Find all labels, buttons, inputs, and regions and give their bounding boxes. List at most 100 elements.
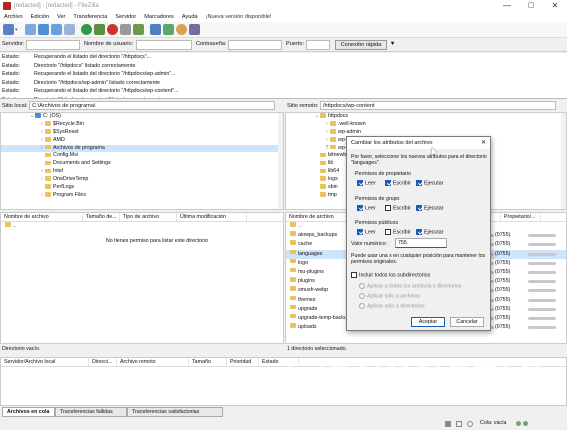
local-file-list: Nombre de archivo Tamaño de... Tipo de arc… <box>0 212 284 344</box>
minimize-button[interactable]: — <box>495 0 519 13</box>
site-manager-icon[interactable] <box>3 24 14 35</box>
permission-checkbox[interactable]: Escribir <box>385 205 411 211</box>
close-button[interactable]: ✕ <box>543 0 567 13</box>
toolbar: ▾ <box>0 22 567 38</box>
maximize-button[interactable]: ▢ <box>519 0 543 13</box>
permission-checkbox[interactable]: Ejecutar <box>416 205 443 211</box>
menu-item[interactable]: Servidor <box>111 13 140 22</box>
directory-listing-filter-icon[interactable] <box>150 24 161 35</box>
menu-item[interactable]: Ayuda <box>178 13 202 22</box>
sync-browse-icon[interactable] <box>163 24 174 35</box>
folder-icon <box>290 277 296 282</box>
permission-checkbox[interactable]: Escribir <box>385 180 411 186</box>
permission-checkbox[interactable]: Leer <box>357 229 376 235</box>
search-icon[interactable] <box>176 24 187 35</box>
tree-item[interactable]: › OneDriveTemp <box>1 176 283 184</box>
column-header[interactable]: Tipo de archivo <box>120 213 177 221</box>
file-permissions: (0755) <box>495 305 511 312</box>
dialog-close-icon[interactable]: ✕ <box>481 137 486 149</box>
tree-item[interactable]: › $Recycle.Bin <box>1 121 283 129</box>
password-input[interactable] <box>228 40 282 50</box>
tree-item[interactable]: › $SysReset <box>1 129 283 137</box>
local-path-input[interactable]: C:\Archivos de programa\ <box>29 101 276 110</box>
recurse-checkbox[interactable]: Incluir todos los subdirectorios <box>351 272 430 278</box>
folder-icon <box>45 129 51 134</box>
recurse-radio[interactable]: Aplicar sólo a directorios <box>359 303 425 309</box>
toggle-local-tree-icon[interactable] <box>38 24 49 35</box>
refresh-icon[interactable] <box>81 24 92 35</box>
list-item[interactable]: .. <box>1 222 283 231</box>
tree-item[interactable]: ⌄ C: (OS) <box>1 113 283 121</box>
tree-item[interactable]: Documents and Settings <box>1 160 283 168</box>
numeric-value-input[interactable]: 755 <box>395 238 447 248</box>
cancel-button[interactable]: Cancelar <box>450 317 484 327</box>
quickconnect-history-dropdown[interactable]: ▼ <box>388 40 397 50</box>
permission-checkbox[interactable]: Leer <box>357 180 376 186</box>
column-header[interactable]: Nombre de archivo <box>286 213 348 221</box>
recurse-radio[interactable]: Aplicar sólo a archivos <box>359 293 420 299</box>
tree-item-label: Documents and Settings <box>53 160 111 167</box>
tree-item[interactable]: › .well-known <box>286 121 566 129</box>
toggle-remote-tree-icon[interactable] <box>51 24 62 35</box>
tree-item-label: lib64 <box>328 168 340 175</box>
radio-circle <box>359 293 365 299</box>
permission-checkbox[interactable]: Escribir <box>385 229 411 235</box>
port-input[interactable] <box>306 40 330 50</box>
toggle-queue-icon[interactable] <box>64 24 75 35</box>
column-header[interactable]: Direcci... <box>89 358 117 366</box>
local-file-list-header: Nombre de archivo Tamaño de... Tipo de arc… <box>1 213 283 222</box>
tree-scrollbar[interactable] <box>561 113 566 209</box>
menu-item[interactable]: Archivo <box>0 13 27 22</box>
tree-item[interactable]: › Intel <box>1 168 283 176</box>
tree-item[interactable]: ⌄ httpdocs <box>286 113 566 121</box>
folder-icon <box>290 249 296 255</box>
queue-tab[interactable]: Transferencias satisfactorias <box>127 407 223 417</box>
column-header[interactable]: Propietario/... <box>501 213 541 221</box>
queue-tab[interactable]: Transferencias fallidas <box>55 407 127 417</box>
quickconnect-button[interactable]: Conexión rápida <box>335 40 387 50</box>
file-permissions: (0755) <box>495 241 511 248</box>
tree-item[interactable]: › AMD <box>1 137 283 145</box>
compare-icon[interactable] <box>189 24 200 35</box>
site-manager-dropdown-icon[interactable]: ▾ <box>15 27 18 33</box>
checkbox-label: Escribir <box>393 229 411 236</box>
permission-checkbox[interactable]: Ejecutar <box>416 180 443 186</box>
permission-checkbox[interactable]: Leer <box>357 205 376 211</box>
tree-scrollbar[interactable] <box>278 113 283 209</box>
tree-item[interactable]: Config.Msi <box>1 152 283 160</box>
column-header[interactable]: Tamaño de... <box>83 213 120 221</box>
checkbox-box <box>357 180 363 186</box>
column-header[interactable]: Tamaño <box>189 358 227 366</box>
queue-tab[interactable]: Archivos en cola <box>2 407 55 417</box>
host-input[interactable] <box>26 40 80 50</box>
ok-button[interactable]: Aceptar <box>411 317 445 327</box>
column-header[interactable]: Nombre de archivo <box>1 213 83 221</box>
folder-icon <box>290 231 296 236</box>
remote-path-input[interactable]: /httpdocs/wp-content <box>319 101 556 110</box>
permission-checkbox[interactable]: Ejecutar <box>416 229 443 235</box>
reconnect-icon[interactable] <box>133 24 144 35</box>
user-input[interactable] <box>136 40 192 50</box>
log-message: Recuperando el listado del directorio "/… <box>34 88 179 95</box>
checkbox-box <box>385 229 391 235</box>
toggle-log-icon[interactable] <box>25 24 36 35</box>
cancel-operation-icon[interactable] <box>107 24 118 35</box>
tree-item-label: AMD <box>53 136 65 143</box>
folder-icon <box>290 313 296 319</box>
column-header[interactable]: Última modificación <box>177 213 247 221</box>
column-header[interactable]: Servidor/Archivo local <box>1 358 89 366</box>
recurse-radio[interactable]: Aplicar a todos los archivos y directori… <box>359 283 462 289</box>
menu-item[interactable]: Edición <box>27 13 53 22</box>
column-header[interactable]: Prioridad <box>227 358 259 366</box>
disconnect-icon[interactable] <box>120 24 131 35</box>
menu-item[interactable]: Marcadores <box>140 13 178 22</box>
log-status-key: Estado: <box>0 96 34 98</box>
tree-item[interactable]: › Archivos de programa <box>1 144 283 153</box>
tree-item[interactable]: PerfLogs <box>1 184 283 192</box>
process-queue-icon[interactable] <box>94 24 105 35</box>
menu-item[interactable]: Ver <box>53 13 69 22</box>
column-header[interactable]: Archivo remoto <box>117 358 189 366</box>
tree-item[interactable]: › Program Files <box>1 192 283 200</box>
menu-item[interactable]: Transferencia <box>69 13 111 22</box>
menu-item[interactable]: ¡Nueva versión disponible! <box>202 13 276 22</box>
